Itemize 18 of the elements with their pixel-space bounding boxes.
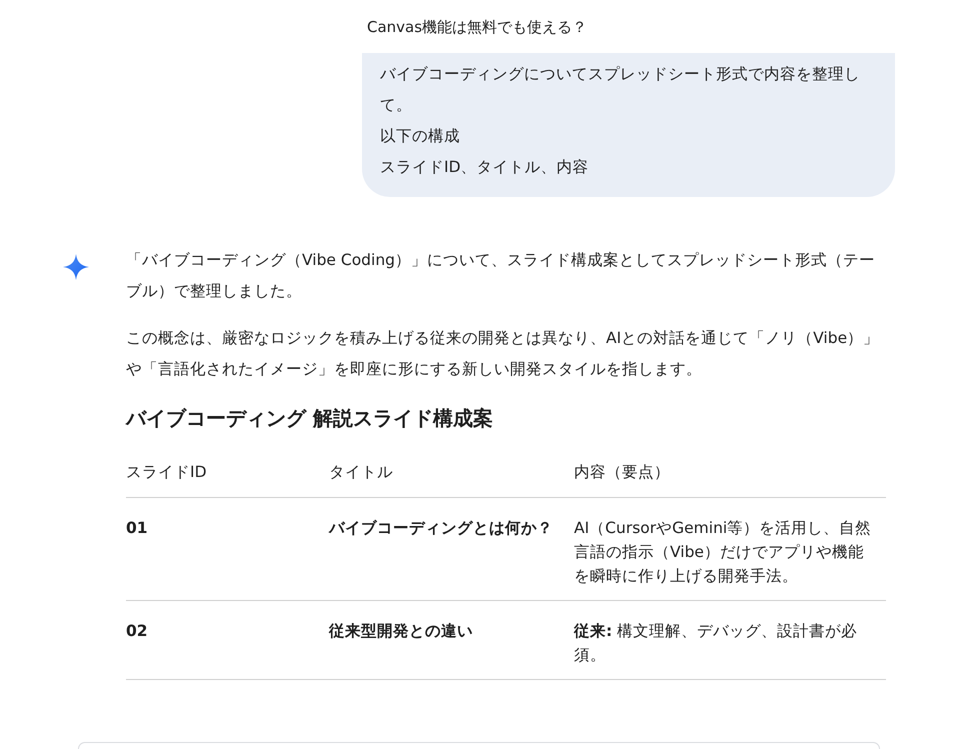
table-cell: 従来: 構文理解、デバッグ、設計書が必須。 [574, 601, 886, 680]
table-heading: バイブコーディング 解説スライド構成案 [126, 405, 494, 432]
prompt-input-box[interactable] [78, 742, 880, 749]
table-cell: 01 [126, 498, 329, 601]
message-line: スライドID、タイトル、内容 [380, 157, 590, 178]
message-line: 以下の構成 [380, 126, 461, 147]
column-header: 内容（要点） [574, 454, 886, 498]
prior-prompt: Canvas機能は無料でも使える？ [366, 18, 588, 37]
sparkle-icon [62, 253, 90, 281]
column-header: スライドID [126, 454, 329, 498]
response-paragraph: この概念は、厳密なロジックを積み上げる従来の開発とは異なり、AIとの対話を通じて「ノリ（Vibe）」や「言語化されたイメージ」を即座に形にする新しい開発スタイルを指します。 [126, 328, 880, 380]
table-cell: 従来型開発との違い [329, 601, 574, 680]
response-paragraph: 「バイブコーディング（Vibe Coding）」について、スライド構成案としてスプレッドシート形式（テーブル）で整理しました。 [126, 250, 876, 302]
table-cell: バイブコーディングとは何か？ [329, 498, 574, 601]
column-header: タイトル [329, 454, 574, 498]
table-cell: 02 [126, 601, 329, 680]
message-line: バイブコーディングについてスプレッドシート形式で内容を整理して。 [380, 64, 861, 116]
table-cell: AI（CursorやGemini等）を活用し、自然言語の指示（Vibe）だけでアプリや機能を瞬時に作り上げる開発手法。 [574, 498, 886, 601]
